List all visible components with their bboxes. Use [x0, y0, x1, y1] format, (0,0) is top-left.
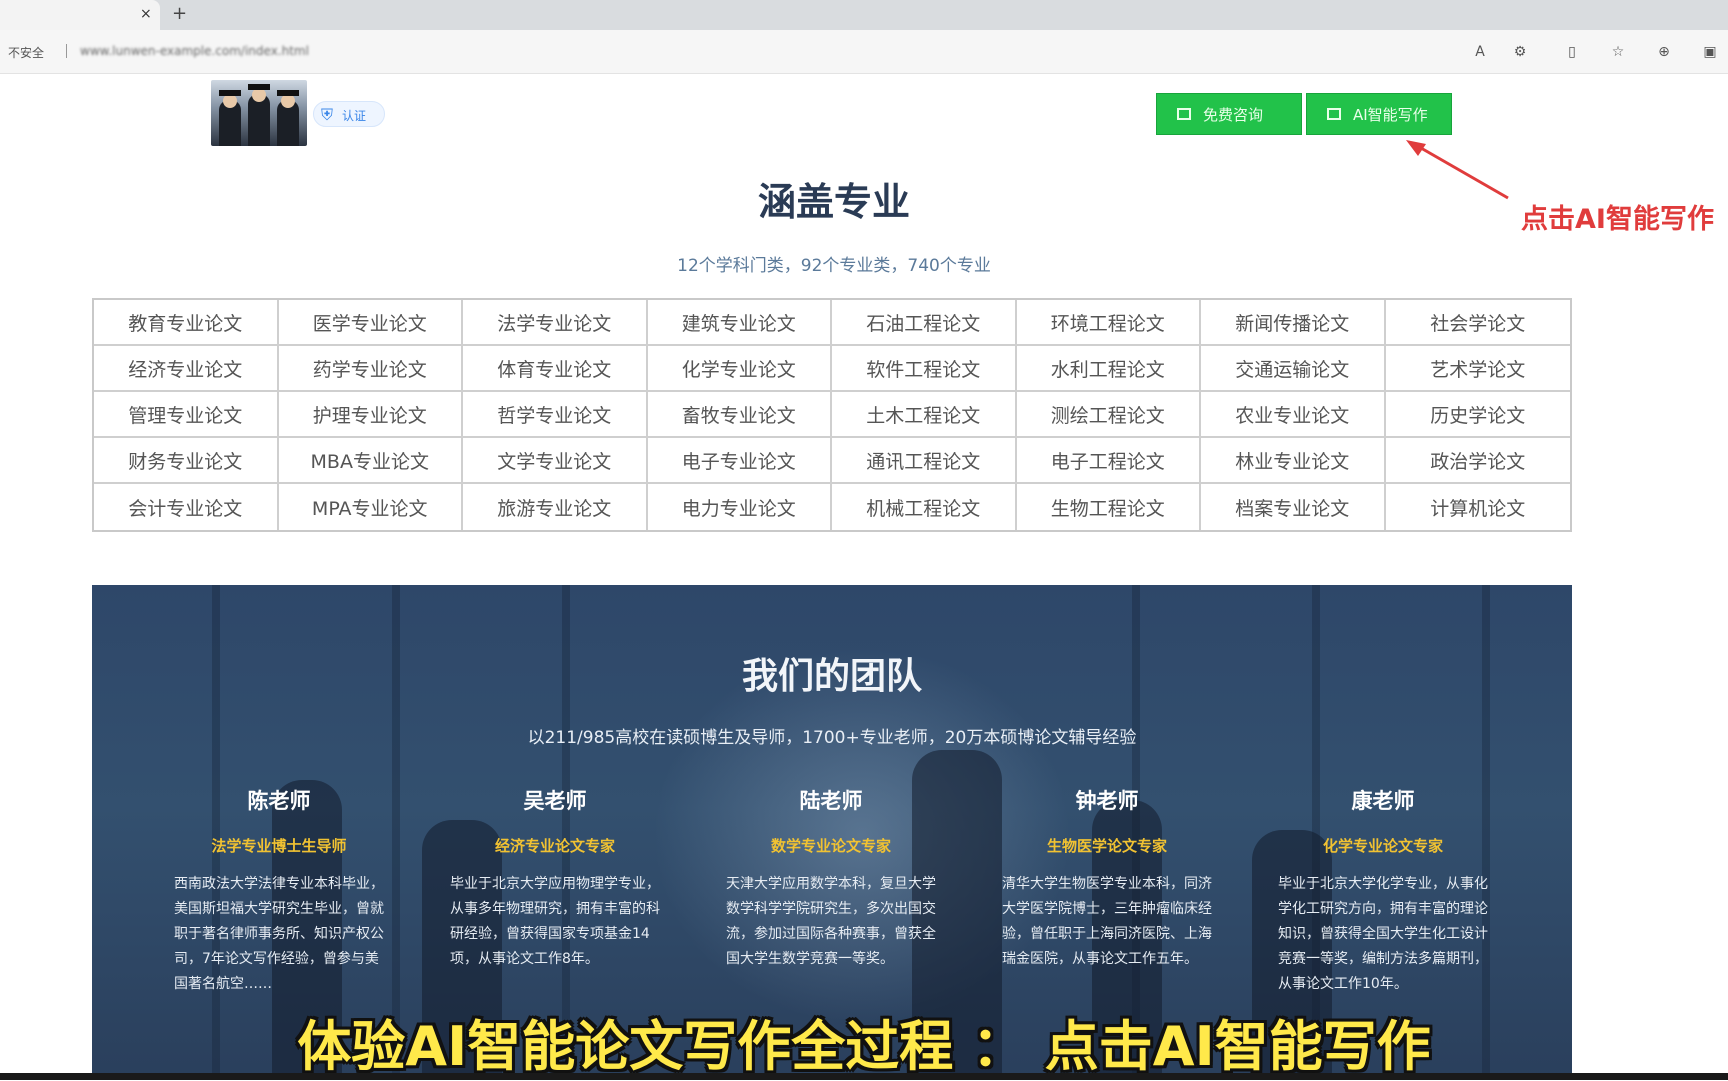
major-link[interactable]: MBA专业论文 [278, 438, 463, 484]
extensions-icon[interactable]: ⚙ [1510, 42, 1530, 62]
major-link[interactable]: 水利工程论文 [1016, 346, 1201, 392]
address-separator [66, 44, 67, 58]
split-screen-icon[interactable]: ▯ [1562, 42, 1582, 62]
major-link[interactable]: 石油工程论文 [832, 300, 1017, 346]
team-member: 陈老师 法学专业博士生导师 西南政法大学法律专业本科毕业，美国斯坦福大学研究生毕… [174, 785, 384, 997]
major-link[interactable]: 新闻传播论文 [1201, 300, 1386, 346]
team-member: 陆老师 数学专业论文专家 天津大学应用数学本科，复旦大学数学科学学院研究生，多次… [726, 785, 936, 972]
member-desc: 清华大学生物医学专业本科，同济大学医学院博士，三年肿瘤临床经验，曾任职于上海同济… [1002, 876, 1212, 967]
url-field[interactable]: www.lunwen-example.com/index.html [80, 44, 309, 58]
major-link[interactable]: 文学专业论文 [463, 438, 648, 484]
free-consult-label: 免费咨询 [1203, 106, 1264, 124]
major-link[interactable]: 体育专业论文 [463, 346, 648, 392]
member-role: 化学专业论文专家 [1322, 837, 1443, 855]
ai-writing-label: AI智能写作 [1353, 106, 1428, 124]
major-link[interactable]: 会计专业论文 [94, 484, 279, 530]
majors-grid: 教育专业论文 医学专业论文 法学专业论文 建筑专业论文 石油工程论文 环境工程论文 新闻传播… [92, 298, 1572, 532]
member-name: 钟老师 [1075, 789, 1139, 813]
major-link[interactable]: 政治学论文 [1385, 438, 1570, 484]
browser-tab[interactable]: × [0, 0, 160, 30]
member-role: 法学专业博士生导师 [211, 837, 347, 855]
major-link[interactable]: 计算机论文 [1386, 484, 1571, 530]
majors-subtitle: 12个学科门类，92个专业类，740个专业 [677, 256, 991, 276]
major-link[interactable]: 管理专业论文 [94, 392, 279, 438]
major-link[interactable]: 测绘工程论文 [1016, 392, 1201, 438]
major-link[interactable]: 历史学论文 [1385, 392, 1570, 438]
major-link[interactable]: 法学专业论文 [463, 300, 648, 346]
sidebar-icon[interactable]: ▣ [1700, 42, 1720, 62]
major-link[interactable]: 农业专业论文 [1201, 392, 1386, 438]
major-link[interactable]: 通讯工程论文 [832, 438, 1017, 484]
major-link[interactable]: 交通运输论文 [1201, 346, 1386, 392]
tab-close-icon[interactable]: × [140, 6, 152, 22]
chat-icon [1327, 108, 1341, 120]
member-role: 生物医学论文专家 [1046, 837, 1167, 855]
major-link[interactable]: 电子工程论文 [1016, 438, 1201, 484]
favorite-star-icon[interactable]: ☆ [1608, 42, 1628, 62]
address-bar: 不安全 www.lunwen-example.com/index.html A … [0, 30, 1728, 74]
team-title: 我们的团队 [741, 656, 922, 697]
read-aloud-icon[interactable]: A [1470, 42, 1490, 62]
member-role: 经济专业论文专家 [494, 837, 615, 855]
member-name: 陆老师 [799, 789, 863, 813]
major-link[interactable]: 经济专业论文 [94, 346, 279, 392]
verified-badge: ⛨ 认证 [313, 101, 385, 127]
major-link[interactable]: 社会学论文 [1385, 300, 1570, 346]
major-link[interactable]: 环境工程论文 [1016, 300, 1201, 346]
major-link[interactable]: 教育专业论文 [94, 300, 279, 346]
member-desc: 天津大学应用数学本科，复旦大学数学科学学院研究生，多次出国交流，参加过国际各种赛… [726, 876, 936, 967]
major-link[interactable]: MPA专业论文 [279, 484, 463, 530]
major-link[interactable]: 林业专业论文 [1201, 438, 1386, 484]
major-link[interactable]: 护理专业论文 [278, 392, 463, 438]
major-link[interactable]: 电力专业论文 [648, 484, 832, 530]
team-member: 吴老师 经济专业论文专家 毕业于北京大学应用物理学专业，从事多年物理研究，拥有丰… [450, 785, 660, 972]
major-link[interactable]: 化学专业论文 [647, 346, 832, 392]
team-member: 钟老师 生物医学论文专家 清华大学生物医学专业本科，同济大学医学院博士，三年肿瘤… [1002, 785, 1212, 972]
logo-image[interactable] [211, 80, 307, 146]
major-link[interactable]: 电子专业论文 [647, 438, 832, 484]
player-bottom-bar [0, 1073, 1728, 1080]
not-secure-label[interactable]: 不安全 [8, 44, 44, 61]
member-name: 吴老师 [523, 789, 587, 813]
member-desc: 毕业于北京大学应用物理学专业，从事多年物理研究，拥有丰富的科研经验，曾获得国家专… [450, 876, 660, 967]
browser-tab-bar: × + [0, 0, 1728, 30]
member-name: 康老师 [1351, 789, 1415, 813]
ai-writing-button[interactable]: AI智能写作 [1306, 93, 1452, 135]
badge-text: 认证 [342, 109, 367, 123]
free-consult-button[interactable]: 免费咨询 [1156, 93, 1302, 135]
chat-icon [1177, 108, 1191, 120]
major-link[interactable]: 药学专业论文 [278, 346, 463, 392]
team-member: 康老师 化学专业论文专家 毕业于北京大学化学专业，从事化学化工研究方向，拥有丰富… [1278, 785, 1488, 997]
new-tab-icon[interactable]: + [172, 3, 187, 24]
major-link[interactable]: 机械工程论文 [832, 484, 1017, 530]
major-link[interactable]: 财务专业论文 [94, 438, 279, 484]
major-link[interactable]: 旅游专业论文 [463, 484, 648, 530]
shield-icon: ⛨ [320, 105, 333, 124]
major-link[interactable]: 软件工程论文 [832, 346, 1017, 392]
major-link[interactable]: 建筑专业论文 [647, 300, 832, 346]
video-subtitle: 体验AI智能论文写作全过程 ： 点击AI智能写作 [297, 1015, 1431, 1078]
major-link[interactable]: 艺术学论文 [1385, 346, 1570, 392]
member-desc: 西南政法大学法律专业本科毕业，美国斯坦福大学研究生毕业，曾就职于著名律师事务所、… [174, 876, 384, 992]
major-link[interactable]: 档案专业论文 [1201, 484, 1386, 530]
majors-title: 涵盖专业 [757, 180, 910, 224]
major-link[interactable]: 畜牧专业论文 [647, 392, 832, 438]
major-link[interactable]: 医学专业论文 [278, 300, 463, 346]
member-name: 陈老师 [247, 789, 311, 813]
member-desc: 毕业于北京大学化学专业，从事化学化工研究方向，拥有丰富的理论知识，曾获得全国大学… [1278, 876, 1488, 992]
major-link[interactable]: 土木工程论文 [832, 392, 1017, 438]
collections-icon[interactable]: ⊕ [1654, 42, 1674, 62]
major-link[interactable]: 生物工程论文 [1017, 484, 1201, 530]
member-role: 数学专业论文专家 [770, 837, 891, 855]
major-link[interactable]: 哲学专业论文 [463, 392, 648, 438]
team-subtitle: 以211/985高校在读硕博生及导师，1700+专业老师，20万本硕博论文辅导经… [527, 728, 1137, 748]
